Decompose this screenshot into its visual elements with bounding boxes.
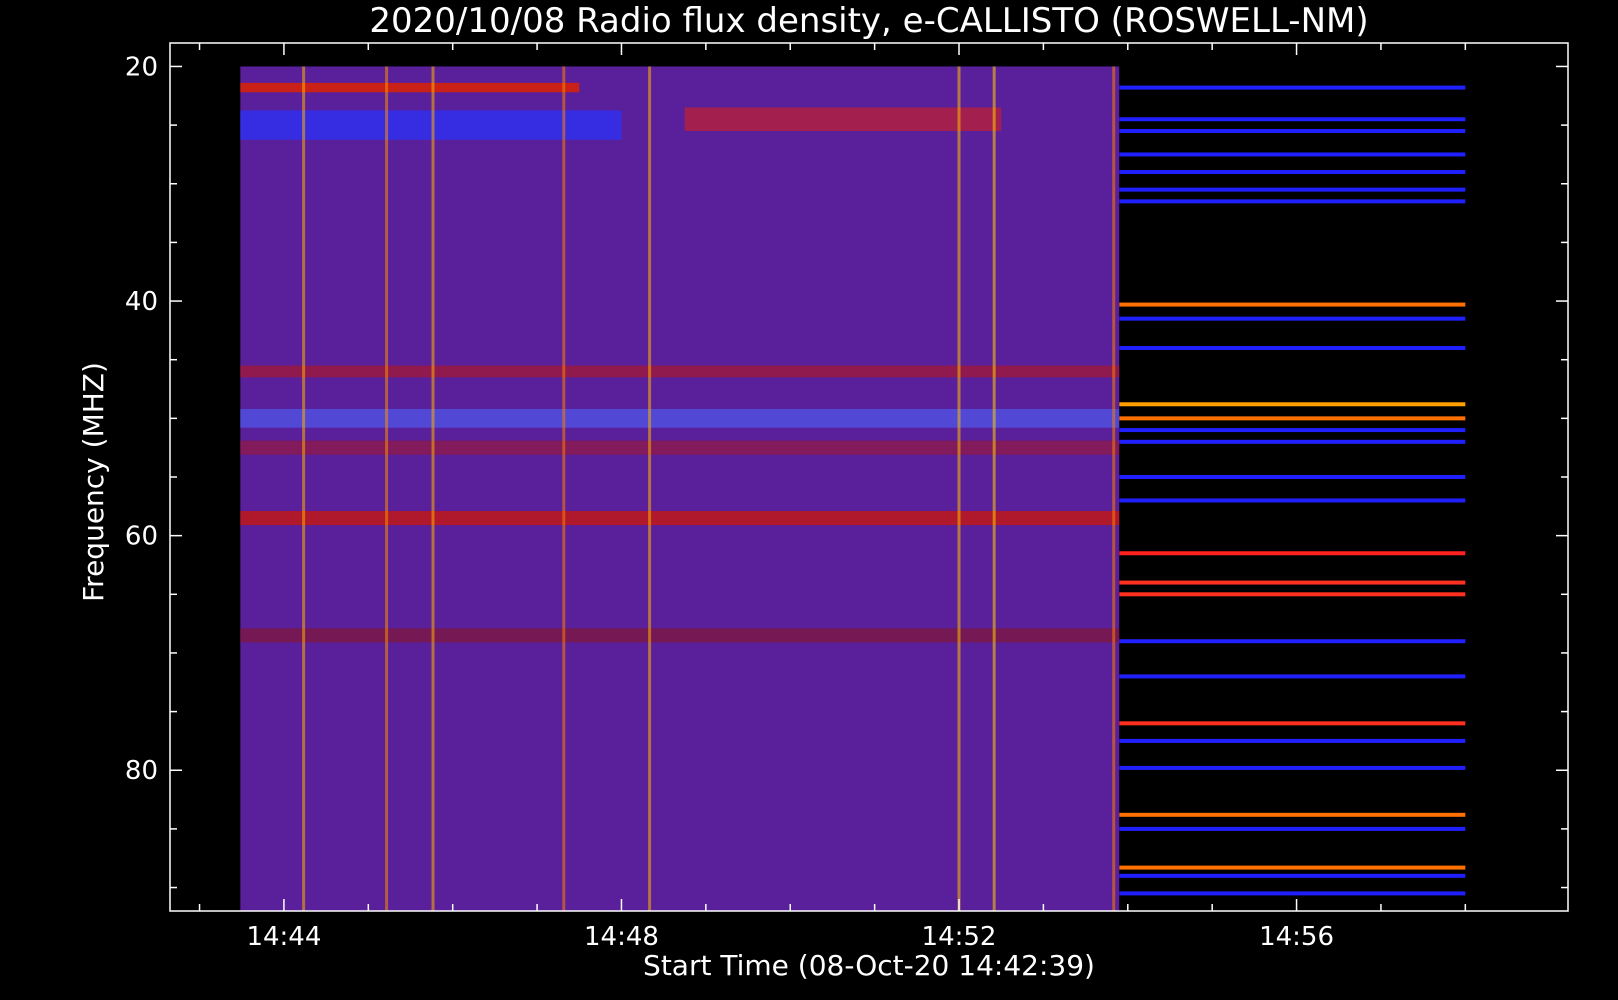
spectral-line [1119, 873, 1466, 878]
y-tick-label: 60 [125, 522, 158, 552]
panel-background [240, 66, 1120, 911]
spectral-line [1119, 721, 1466, 726]
spectral-line [1119, 639, 1466, 644]
x-tick-label: 14:44 [246, 922, 321, 952]
emission-band [240, 511, 1120, 526]
emission-band [684, 107, 1002, 131]
burst-line [385, 66, 389, 911]
emission-band [240, 82, 580, 93]
burst-line [562, 66, 566, 911]
spectral-line [1119, 345, 1466, 350]
burst-line [302, 66, 306, 911]
x-tick-label: 14:48 [584, 922, 659, 952]
burst-line [431, 66, 435, 911]
spectrogram-chart: 20 40 60 80 14:44 14:48 14:52 14:56 2020/10/08 … [0, 0, 1618, 1000]
spectral-line [1119, 416, 1466, 421]
spectral-line [1119, 812, 1466, 817]
panel-spectrogram [240, 66, 1120, 911]
spectral-line [1119, 316, 1466, 321]
panel-background [1119, 66, 1466, 911]
spectral-line [1119, 170, 1466, 175]
spectral-line [1119, 674, 1466, 679]
burst-line [992, 66, 996, 911]
spectral-line [1119, 439, 1466, 444]
emission-band [240, 408, 1120, 428]
spectral-line [1119, 891, 1466, 896]
x-tick-label: 14:52 [922, 922, 997, 952]
spectral-line [1119, 865, 1466, 870]
spectral-line [1119, 302, 1466, 307]
burst-line [957, 66, 961, 911]
emission-band [240, 365, 1120, 378]
spectral-line [1119, 475, 1466, 479]
burst-line [1112, 66, 1116, 911]
emission-band [240, 628, 1120, 643]
x-axis-label: Start Time (08-Oct-20 14:42:39) [643, 949, 1095, 982]
spectral-line [1119, 128, 1466, 133]
spectral-line [1119, 428, 1466, 433]
spectral-line [1119, 765, 1466, 770]
chart-title: 2020/10/08 Radio flux density, e-CALLIST… [369, 1, 1368, 41]
y-tick-label: 80 [125, 756, 158, 786]
burst-line [648, 66, 652, 911]
spectral-line [1119, 187, 1466, 192]
spectral-line [1119, 402, 1466, 407]
spectral-line [1119, 826, 1466, 831]
spectral-line [1119, 592, 1466, 597]
spectral-line [1119, 117, 1466, 122]
spectral-line [1119, 738, 1466, 743]
emission-band [240, 440, 1120, 455]
spectral-line [1119, 580, 1466, 585]
spectral-line [1119, 85, 1466, 90]
x-tick-label: 14:56 [1259, 922, 1334, 952]
y-tick-label: 40 [125, 287, 158, 317]
spectral-line [1119, 498, 1466, 503]
plot-data [240, 66, 1466, 911]
y-tick-label: 20 [125, 52, 158, 82]
spectral-line [1119, 199, 1466, 204]
spectral-line [1119, 152, 1466, 157]
spectral-line [1119, 551, 1466, 556]
y-axis-label: Frequency (MHZ) [77, 362, 110, 602]
panel-line-spectra [1119, 66, 1466, 911]
